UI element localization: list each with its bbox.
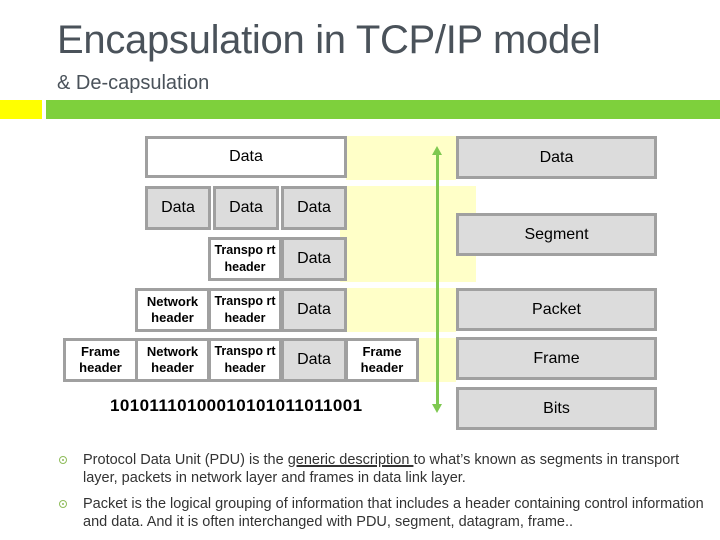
packet-data-box: Data: [281, 288, 347, 332]
data-chunk-box: Data: [213, 186, 279, 230]
accent-bar-yellow: [0, 100, 42, 119]
highlight-band: [346, 136, 456, 180]
encapsulation-arrow-line: [436, 152, 439, 407]
bits-stream: 10101110100010101011011001: [110, 396, 363, 415]
data-chunk-box: Data: [281, 186, 347, 230]
highlight-band: [346, 288, 456, 332]
bullet-text-pre: Protocol Data Unit (PDU) is the: [83, 452, 288, 468]
network-header-box: Network header: [135, 288, 210, 332]
bullet-icon: [59, 456, 67, 464]
page-subtitle: & De-capsulation: [57, 72, 210, 94]
page-title: Encapsulation in TCP/IP model: [57, 18, 601, 62]
pdu-label-packet: Packet: [456, 288, 657, 331]
frame-header-box: Frame header: [63, 338, 138, 382]
segment-data-box: Data: [281, 237, 347, 281]
bullet-text-packet: Packet is the logical grouping of inform…: [83, 496, 704, 530]
data-chunk-box: Data: [145, 186, 211, 230]
bullet-icon: [59, 500, 67, 508]
arrow-up-icon: [432, 146, 442, 155]
transport-header-box: Transpo rt header: [208, 338, 282, 382]
pdu-label-frame: Frame: [456, 337, 657, 380]
pdu-label-bits: Bits: [456, 387, 657, 430]
transport-header-box: Transpo rt header: [208, 288, 282, 332]
pdu-label-segment: Segment: [456, 213, 657, 256]
network-header-box: Network header: [135, 338, 210, 382]
accent-bar-green: [46, 100, 720, 119]
pdu-label-data: Data: [456, 136, 657, 179]
transport-header-box: Transpo rt header: [208, 237, 282, 281]
application-data-box: Data: [145, 136, 347, 178]
arrow-down-icon: [432, 404, 442, 413]
frame-data-box: Data: [281, 338, 347, 382]
frame-trailer-box: Frame header: [345, 338, 419, 382]
underlined-term: generic description: [287, 452, 414, 468]
bullet-text-pdu: Protocol Data Unit (PDU) is the generic …: [83, 451, 708, 487]
